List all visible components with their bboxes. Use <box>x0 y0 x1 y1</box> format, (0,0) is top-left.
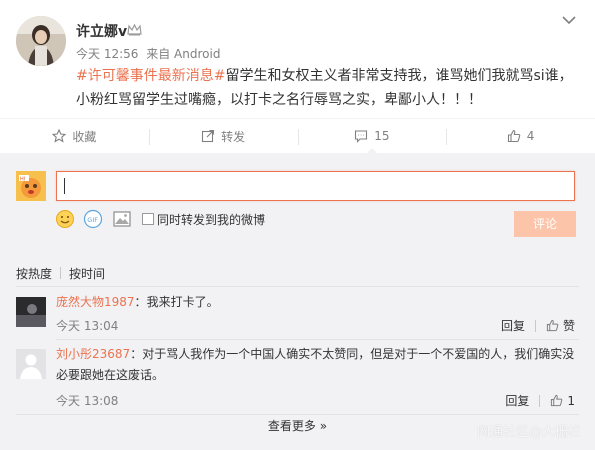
like-label[interactable]: 赞 <box>563 317 575 334</box>
sort-by-hot-tab[interactable]: 按热度 <box>16 267 52 281</box>
forward-label: 转发 <box>221 129 246 144</box>
divider <box>16 414 579 415</box>
comment-colon: ： <box>130 347 143 361</box>
like-count[interactable]: 1 <box>567 394 575 408</box>
comment-time: 今天 13:08 <box>56 394 119 408</box>
my-avatar[interactable]: HI <box>16 171 46 201</box>
watermark: 网通社区@大栅栏 <box>476 425 581 440</box>
weibo-post: 许立娜v 今天 12:56 来自 Android #许可馨事件最新消息#留学生和… <box>0 0 595 118</box>
star-icon <box>52 129 67 143</box>
post-meta: 今天 12:56 来自 Android <box>76 45 224 62</box>
comment-icon <box>355 130 368 143</box>
user-avatar[interactable] <box>16 16 66 66</box>
chevron-down-icon[interactable] <box>561 14 577 26</box>
comment-avatar[interactable] <box>16 297 46 327</box>
comment-text: 刘小彤23687：对于骂人我作为一个中国人确实不太赞同，但是对于一个不爱国的人，… <box>56 344 576 386</box>
comment-actions: 回复 1 <box>505 392 575 409</box>
text-caret <box>64 178 65 194</box>
comment-author[interactable]: 庞然大物1987 <box>56 295 135 309</box>
comment-time: 今天 13:04 <box>56 319 119 333</box>
forward-option-label: 同时转发到我的微博 <box>157 213 266 227</box>
reply-button[interactable]: 回复 <box>501 317 525 334</box>
post-username[interactable]: 许立娜v <box>76 21 127 41</box>
forward-button[interactable]: 转发 <box>148 119 298 153</box>
forward-checkbox[interactable] <box>142 213 154 225</box>
comment-button[interactable]: 15 <box>297 119 447 154</box>
collect-label: 收藏 <box>72 129 97 144</box>
divider <box>16 286 579 287</box>
emoji-icon[interactable] <box>55 209 75 229</box>
gif-icon[interactable]: GIF <box>83 209 103 229</box>
comment-avatar[interactable] <box>16 349 46 379</box>
comment-count: 15 <box>374 129 390 143</box>
svg-text:HI: HI <box>20 177 25 183</box>
post-time[interactable]: 今天 12:56 <box>76 47 138 61</box>
collect-button[interactable]: 收藏 <box>0 119 149 153</box>
sort-divider <box>60 267 62 279</box>
image-icon[interactable] <box>112 209 132 229</box>
reply-button[interactable]: 回复 <box>505 392 529 409</box>
svg-text:GIF: GIF <box>87 216 98 224</box>
thumbs-up-icon <box>507 129 521 143</box>
comment-actions: 回复 赞 <box>501 317 575 334</box>
comment-author[interactable]: 刘小彤23687 <box>56 347 130 361</box>
post-hashtag[interactable]: #许可馨事件最新消息# <box>76 68 225 84</box>
thumbs-up-icon[interactable] <box>546 319 559 332</box>
sort-by-time-tab[interactable]: 按时间 <box>69 267 105 281</box>
action-divider <box>539 394 541 407</box>
comment-body: 我来打卡了。 <box>146 295 219 309</box>
comments-panel: HI GIF 同时转发到我的微博 评论 按热度 按时间 庞然大物1987：我来打卡 <box>0 153 595 450</box>
like-count: 4 <box>526 129 535 143</box>
post-source: 来自 Android <box>146 47 221 61</box>
comment-input[interactable] <box>56 171 575 201</box>
comment-colon: ： <box>134 295 147 309</box>
divider <box>56 339 579 340</box>
post-content: #许可馨事件最新消息#留学生和女权主义者非常支持我，谁骂她们我就骂si谁，小粉红… <box>76 64 581 112</box>
crown-badge-icon <box>127 23 142 36</box>
post-action-bar: 收藏 转发 15 4 <box>0 118 595 154</box>
comment-text: 庞然大物1987：我来打卡了。 <box>56 292 576 313</box>
action-divider <box>534 319 536 332</box>
share-icon <box>202 129 215 143</box>
like-button[interactable]: 4 <box>446 119 595 153</box>
submit-comment-button[interactable]: 评论 <box>514 211 576 237</box>
thumbs-up-icon[interactable] <box>550 394 563 407</box>
sort-bar: 按热度 按时间 <box>16 265 579 287</box>
